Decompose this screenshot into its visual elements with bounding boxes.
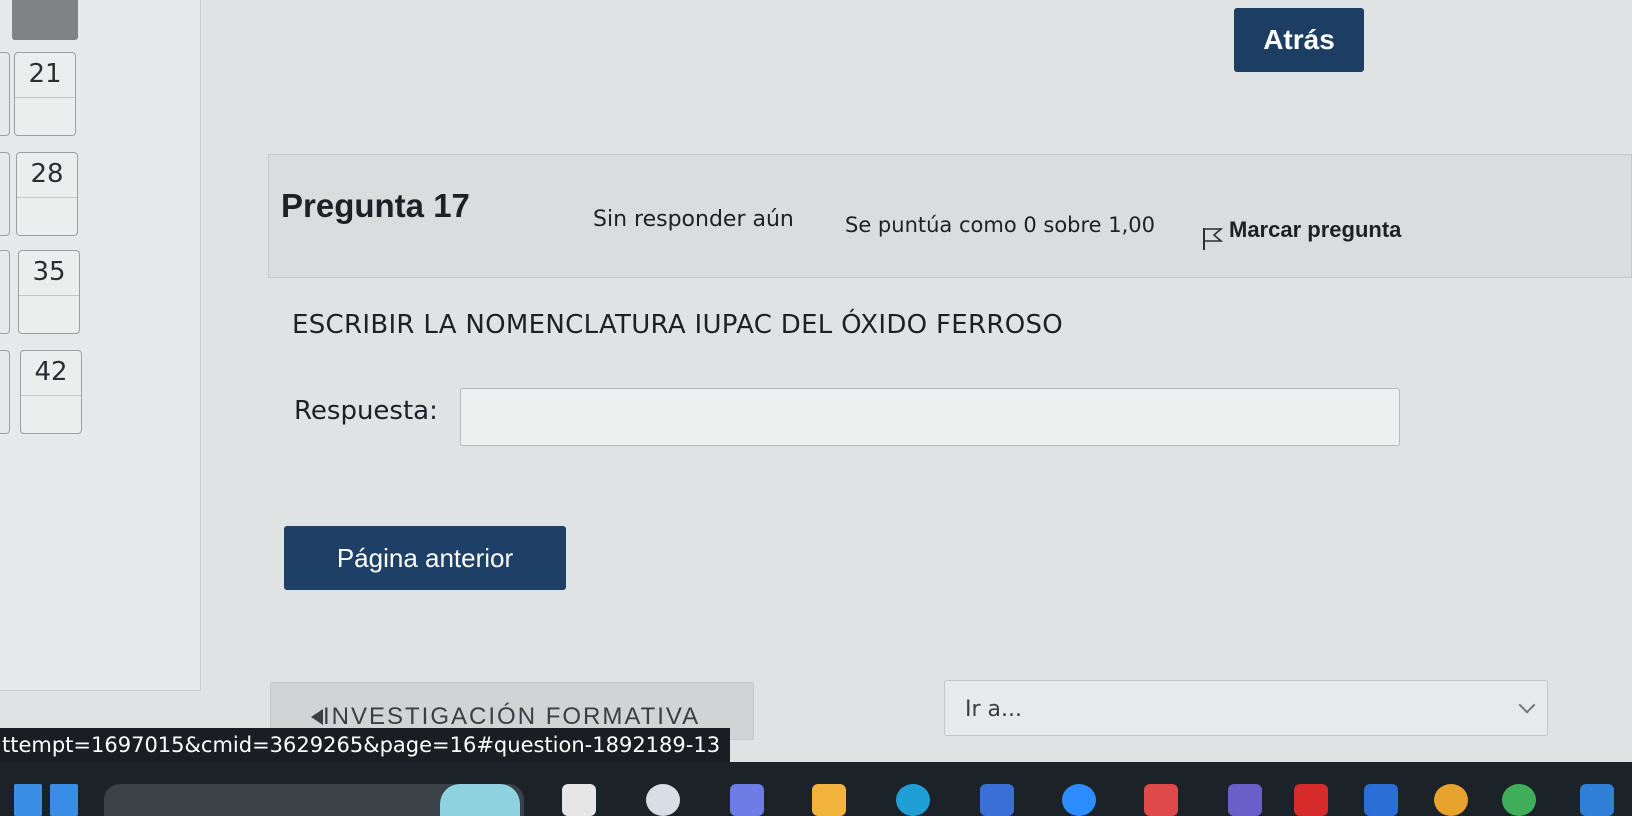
file-explorer-icon[interactable] bbox=[812, 784, 846, 816]
app-icon[interactable] bbox=[1228, 784, 1262, 816]
question-nav-button-partial[interactable] bbox=[0, 350, 10, 434]
previous-page-button[interactable]: Página anterior bbox=[284, 526, 566, 590]
question-nav-button-partial[interactable] bbox=[0, 152, 10, 236]
question-number: 42 bbox=[34, 357, 68, 387]
question-nav-button-partial[interactable] bbox=[0, 52, 10, 136]
activity-link-label: INVESTIGACIÓN FORMATIVA bbox=[323, 703, 701, 730]
status-bar-url: ttempt=1697015&cmid=3629265&page=16#ques… bbox=[0, 728, 730, 762]
camera-icon[interactable] bbox=[646, 784, 680, 816]
question-nav-button-42[interactable]: 42 bbox=[20, 350, 82, 434]
flag-question-link[interactable]: Marcar pregunta bbox=[1229, 217, 1401, 243]
question-status-strip bbox=[19, 295, 79, 296]
answer-input[interactable] bbox=[460, 388, 1400, 446]
jump-to-placeholder: Ir a... bbox=[965, 697, 1022, 722]
question-nav-button-partial[interactable] bbox=[12, 0, 78, 40]
question-nav-button-partial[interactable] bbox=[0, 250, 10, 334]
copilot-app-icon[interactable] bbox=[730, 784, 764, 816]
question-title: Pregunta 17 bbox=[281, 187, 470, 224]
answer-label: Respuesta: bbox=[294, 396, 438, 426]
question-status: Sin responder aún bbox=[593, 207, 794, 232]
question-status-strip bbox=[15, 97, 75, 98]
question-number: 21 bbox=[28, 59, 62, 89]
youtube-icon[interactable] bbox=[1294, 784, 1328, 816]
flag-icon[interactable] bbox=[1199, 225, 1225, 251]
question-status-strip bbox=[21, 395, 81, 396]
jump-to-select[interactable]: Ir a... bbox=[944, 680, 1548, 736]
question-text: ESCRIBIR LA NOMENCLATURA IUPAC DEL ÓXIDO… bbox=[292, 310, 1064, 340]
chrome-icon[interactable] bbox=[1434, 784, 1468, 816]
question-number: 28 bbox=[30, 159, 64, 189]
chrome-alt-icon[interactable] bbox=[1502, 784, 1536, 816]
arrow-left-icon bbox=[311, 709, 323, 725]
question-info-header: Pregunta 17 Sin responder aún Se puntúa … bbox=[268, 154, 1632, 278]
question-number: 35 bbox=[32, 257, 66, 287]
question-grade: Se puntúa como 0 sobre 1,00 bbox=[845, 213, 1156, 237]
app-icon-2[interactable] bbox=[1580, 784, 1614, 816]
back-button[interactable]: Atrás bbox=[1234, 8, 1364, 72]
taskbar bbox=[0, 762, 1632, 816]
zoom-icon[interactable] bbox=[1062, 784, 1096, 816]
media-app-icon[interactable] bbox=[1144, 784, 1178, 816]
quiz-navigation-panel: 21 28 35 42 bbox=[0, 0, 201, 691]
chevron-down-icon bbox=[1518, 696, 1536, 714]
task-view-icon[interactable] bbox=[562, 784, 596, 816]
windows-icon[interactable] bbox=[14, 784, 42, 816]
question-status-strip bbox=[17, 197, 77, 198]
windows-icon[interactable] bbox=[50, 784, 78, 816]
question-nav-button-35[interactable]: 35 bbox=[18, 250, 80, 334]
store-icon[interactable] bbox=[980, 784, 1014, 816]
word-icon[interactable] bbox=[1364, 784, 1398, 816]
question-nav-button-21[interactable]: 21 bbox=[14, 52, 76, 136]
edge-icon[interactable] bbox=[896, 784, 930, 816]
copilot-icon[interactable] bbox=[440, 784, 520, 816]
question-nav-button-28[interactable]: 28 bbox=[16, 152, 78, 236]
